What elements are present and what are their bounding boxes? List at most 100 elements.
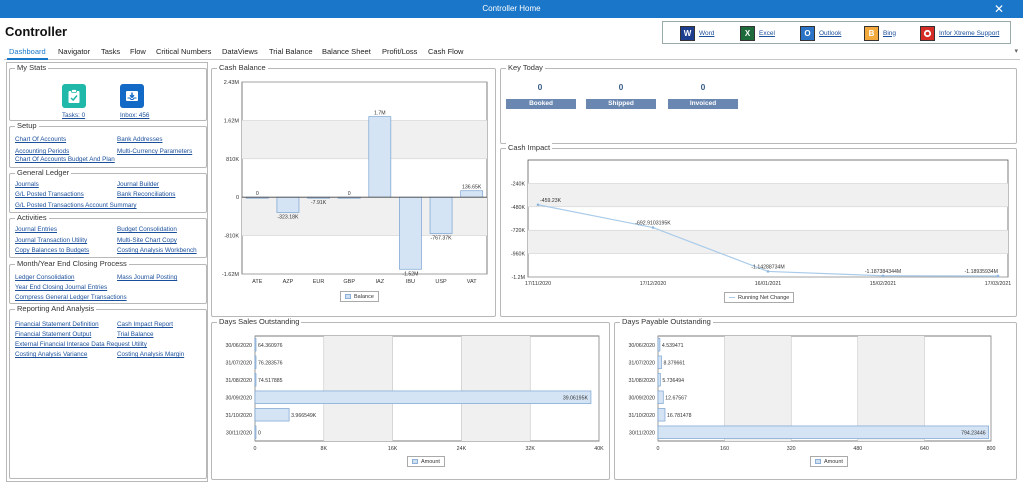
y-tick-label: 31/08/2020 xyxy=(628,378,655,384)
inbox-icon[interactable] xyxy=(120,84,144,108)
cash-impact-legend[interactable]: Running Net Change xyxy=(724,292,795,303)
vertical-scrollbar[interactable] xyxy=(1017,62,1022,482)
bank-addresses-link[interactable]: Bank Addresses xyxy=(117,136,163,143)
y-tick-label: 30/09/2020 xyxy=(225,395,252,401)
copy-balances-link[interactable]: Copy Balances to Budgets xyxy=(15,247,89,254)
grid-band xyxy=(528,183,1008,207)
costing-analysis-workbench-link[interactable]: Costing Analysis Workbench xyxy=(117,247,197,254)
activities-group: Activities Journal Entries Budget Consol… xyxy=(9,213,207,258)
setup-group: Setup Chart Of Accounts Bank Addresses A… xyxy=(9,121,207,168)
x-tick-label: ATE xyxy=(252,279,263,285)
journal-builder-link[interactable]: Journal Builder xyxy=(117,181,159,188)
tab-flow[interactable]: Flow xyxy=(130,47,146,56)
outlook-link[interactable]: Outlook xyxy=(819,30,841,37)
dpo-panel: Days Payable Outstanding 0 160 320 480 640 80… xyxy=(614,317,1017,480)
cash-impact-report-link[interactable]: Cash Impact Report xyxy=(117,321,173,328)
bar-data-label: 4.539471 xyxy=(662,343,684,349)
ledger-consolidation-link[interactable]: Ledger Consolidation xyxy=(15,274,75,281)
cash-impact-legend-label: Running Net Change xyxy=(738,294,790,301)
dpo-legend[interactable]: Amount xyxy=(810,456,848,467)
tab-dashboard[interactable]: Dashboard xyxy=(7,47,48,60)
invoiced-count: 0 xyxy=(700,82,706,92)
tab-cash-flow[interactable]: Cash Flow xyxy=(428,47,463,56)
journal-transaction-utility-link[interactable]: Journal Transaction Utility xyxy=(15,237,87,244)
bar-data-label: 794.23446 xyxy=(961,430,986,436)
financial-statement-definition-link[interactable]: Financial Statement Definition xyxy=(15,321,99,328)
cash-balance-legend[interactable]: Balance xyxy=(340,291,379,302)
outlook-launcher[interactable]: O Outlook xyxy=(800,25,841,41)
bar-data-label: 64.360976 xyxy=(258,343,283,349)
gl-posted-transactions-link[interactable]: G/L Posted Transactions xyxy=(15,191,84,198)
external-financial-interface-link[interactable]: External Financial Interace Data Request… xyxy=(15,341,147,348)
bar xyxy=(399,196,422,270)
x-tick-label: 17/11/2020 xyxy=(525,281,551,287)
tasks-clipboard-icon[interactable] xyxy=(62,84,86,108)
multi-currency-parameters-link[interactable]: Multi-Currency Parameters xyxy=(117,148,192,155)
bar-data-label: 12.67567 xyxy=(665,395,687,401)
shipped-label[interactable]: Shipped xyxy=(586,99,656,109)
bank-reconciliations-link[interactable]: Bank Reconciliations xyxy=(117,191,175,198)
word-link[interactable]: Word xyxy=(699,30,714,37)
chart-of-accounts-link[interactable]: Chart Of Accounts xyxy=(15,136,66,143)
tab-dataviews[interactable]: DataViews xyxy=(222,47,258,56)
financial-statement-output-link[interactable]: Financial Statement Output xyxy=(15,331,91,338)
plot-area xyxy=(527,159,1009,278)
legend-swatch-icon xyxy=(345,294,351,299)
tab-profit-loss[interactable]: Profit/Loss xyxy=(382,47,417,56)
trial-balance-link[interactable]: Trial Balance xyxy=(117,331,154,338)
tab-balance-sheet[interactable]: Balance Sheet xyxy=(322,47,371,56)
costing-analysis-variance-link[interactable]: Costing Analysis Variance xyxy=(15,351,87,358)
x-tick-label: AZP xyxy=(283,279,294,285)
year-end-closing-link[interactable]: Year End Closing Journal Entries xyxy=(15,284,107,291)
mass-journal-posting-link[interactable]: Mass Journal Posting xyxy=(117,274,177,281)
x-tick-label: 480 xyxy=(853,446,862,452)
multi-site-chart-copy-link[interactable]: Multi-Site Chart Copy xyxy=(117,237,177,244)
my-stats-title: My Stats xyxy=(15,63,49,72)
bar xyxy=(657,425,989,439)
bar xyxy=(254,338,257,352)
close-icon[interactable]: ✕ xyxy=(994,0,1004,18)
compress-gl-transactions-link[interactable]: Compress General Ledger Transactions xyxy=(15,294,127,301)
legend-swatch-icon xyxy=(412,459,418,464)
infor-support-launcher[interactable]: Infor Xtreme Support xyxy=(920,25,999,41)
cash-balance-legend-label: Balance xyxy=(354,293,374,300)
x-tick-label: USP xyxy=(435,279,447,285)
tab-critical-numbers[interactable]: Critical Numbers xyxy=(156,47,211,56)
tab-navigator[interactable]: Navigator xyxy=(58,47,90,56)
tasks-count-link[interactable]: Tasks: 0 xyxy=(62,112,85,119)
word-launcher[interactable]: W Word xyxy=(680,25,714,41)
bar-data-label: -767.37K xyxy=(431,236,453,242)
chart-of-accounts-budget-link[interactable]: Chart Of Accounts Budget And Plan xyxy=(15,156,115,163)
bar-data-label: 136.65K xyxy=(462,185,482,191)
grid-band xyxy=(857,336,925,441)
costing-analysis-margin-link[interactable]: Costing Analysis Margin xyxy=(117,351,184,358)
inbox-count-link[interactable]: Inbox: 456 xyxy=(120,112,149,119)
tab-tasks[interactable]: Tasks xyxy=(101,47,120,56)
point-data-label: -1.187384344M xyxy=(865,269,901,275)
dso-legend[interactable]: Amount xyxy=(407,456,445,467)
gl-posted-summary-link[interactable]: G/L Posted Transactions Account Summary xyxy=(15,202,137,209)
accounting-periods-link[interactable]: Accounting Periods xyxy=(15,148,69,155)
data-point xyxy=(651,226,655,229)
invoiced-label[interactable]: Invoiced xyxy=(668,99,738,109)
data-point xyxy=(996,274,1000,278)
y-tick-label: -720K xyxy=(511,228,526,234)
word-icon: W xyxy=(680,25,695,41)
bing-launcher[interactable]: B Bing xyxy=(864,25,896,41)
general-ledger-group: General Ledger Journals Journal Builder … xyxy=(9,168,207,213)
excel-link[interactable]: Excel xyxy=(759,30,775,37)
excel-launcher[interactable]: X Excel xyxy=(740,25,775,41)
bar xyxy=(276,196,300,213)
grid-band xyxy=(724,336,792,441)
budget-consolidation-link[interactable]: Budget Consolidation xyxy=(117,226,177,233)
booked-label[interactable]: Booked xyxy=(506,99,576,109)
grid-band xyxy=(461,336,531,441)
tab-trial-balance[interactable]: Trial Balance xyxy=(269,47,313,56)
bar xyxy=(254,408,290,422)
infor-support-link[interactable]: Infor Xtreme Support xyxy=(939,30,999,37)
journal-entries-link[interactable]: Journal Entries xyxy=(15,226,57,233)
bing-link[interactable]: Bing xyxy=(883,30,896,37)
journals-link[interactable]: Journals xyxy=(15,181,39,188)
tab-overflow-chevron-icon[interactable]: ▾ xyxy=(1014,47,1018,55)
y-tick-label: 31/07/2020 xyxy=(628,360,655,366)
